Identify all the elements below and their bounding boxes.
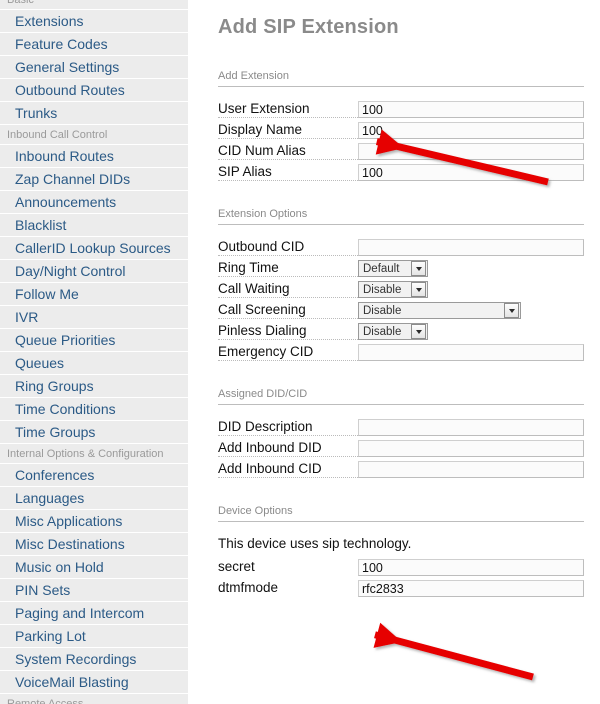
section-heading-device-options: Device Options xyxy=(218,505,584,522)
sidebar-item-ring-groups[interactable]: Ring Groups xyxy=(0,375,188,398)
sidebar-group-remote-access: Remote Access xyxy=(0,694,188,704)
form-rows: Outbound CID Ring Time Default Call Waiting… xyxy=(218,237,584,363)
label-did-description: DID Description xyxy=(218,419,358,436)
form-rows: DID Description Add Inbound DID Add Inboun… xyxy=(218,417,584,480)
sidebar-item-follow-me[interactable]: Follow Me xyxy=(0,283,188,306)
sidebar-item-inbound-routes[interactable]: Inbound Routes xyxy=(0,145,188,168)
form-row-emergency-cid: Emergency CID xyxy=(218,342,584,363)
label-dtmfmode: dtmfmode xyxy=(218,580,279,595)
form-row-add-inbound-did: Add Inbound DID xyxy=(218,438,584,459)
sidebar-item-outbound-routes[interactable]: Outbound Routes xyxy=(0,79,188,102)
sidebar-item-blacklist[interactable]: Blacklist xyxy=(0,214,188,237)
sidebar-group-basic: Basic xyxy=(0,0,188,10)
label-secret: secret xyxy=(218,559,255,574)
form-row-did-description: DID Description xyxy=(218,417,584,438)
form-row-display-name: Display Name xyxy=(218,120,584,141)
form-row-cid-num-alias: CID Num Alias xyxy=(218,141,584,162)
label-display-name: Display Name xyxy=(218,122,358,139)
sidebar-item-languages[interactable]: Languages xyxy=(0,487,188,510)
sidebar-item-conferences[interactable]: Conferences xyxy=(0,464,188,487)
sidebar-item-extensions[interactable]: Extensions xyxy=(0,10,188,33)
sidebar-item-feature-codes[interactable]: Feature Codes xyxy=(0,33,188,56)
sidebar-item-ivr[interactable]: IVR xyxy=(0,306,188,329)
page-title: Add SIP Extension xyxy=(218,16,399,38)
select-value-pinless-dialing: Disable xyxy=(363,325,402,338)
form-sections: Add Extension User Extension Display Name C… xyxy=(218,70,584,599)
chevron-down-icon[interactable] xyxy=(504,303,519,318)
sidebar-item-system-recordings[interactable]: System Recordings xyxy=(0,648,188,671)
select-ring-time[interactable]: Default xyxy=(358,260,428,277)
sidebar-item-paging-and-intercom[interactable]: Paging and Intercom xyxy=(0,602,188,625)
form-row-dtmfmode: dtmfmode xyxy=(218,578,584,599)
section-heading-add-extension: Add Extension xyxy=(218,70,584,87)
form-row-call-waiting: Call Waiting Disable xyxy=(218,279,584,300)
sidebar-group-internal-options-configuration: Internal Options & Configuration xyxy=(0,444,188,464)
sidebar-item-trunks[interactable]: Trunks xyxy=(0,102,188,125)
select-call-screening[interactable]: Disable xyxy=(358,302,521,319)
sidebar-item-callerid-lookup-sources[interactable]: CallerID Lookup Sources xyxy=(0,237,188,260)
form-row-sip-alias: SIP Alias xyxy=(218,162,584,183)
label-add-inbound-cid: Add Inbound CID xyxy=(218,461,358,478)
label-ring-time: Ring Time xyxy=(218,260,358,277)
label-user-extension: User Extension xyxy=(218,101,358,118)
chevron-down-icon[interactable] xyxy=(411,282,426,297)
sidebar-item-misc-destinations[interactable]: Misc Destinations xyxy=(0,533,188,556)
sidebar-item-zap-channel-dids[interactable]: Zap Channel DIDs xyxy=(0,168,188,191)
label-call-screening: Call Screening xyxy=(218,302,358,319)
select-pinless-dialing[interactable]: Disable xyxy=(358,323,428,340)
select-value-call-waiting: Disable xyxy=(363,283,402,296)
label-call-waiting: Call Waiting xyxy=(218,281,358,298)
select-value-ring-time: Default xyxy=(363,262,400,275)
input-dtmfmode[interactable] xyxy=(358,580,584,597)
input-did-description[interactable] xyxy=(358,419,584,436)
sidebar-item-general-settings[interactable]: General Settings xyxy=(0,56,188,79)
input-add-inbound-did[interactable] xyxy=(358,440,584,457)
section-heading-assigned-did-cid: Assigned DID/CID xyxy=(218,388,584,405)
input-emergency-cid[interactable] xyxy=(358,344,584,361)
form-row-ring-time: Ring Time Default xyxy=(218,258,584,279)
sidebar-item-queues[interactable]: Queues xyxy=(0,352,188,375)
label-emergency-cid: Emergency CID xyxy=(218,344,358,361)
sidebar-item-time-conditions[interactable]: Time Conditions xyxy=(0,398,188,421)
input-add-inbound-cid[interactable] xyxy=(358,461,584,478)
sidebar-item-voicemail-blasting[interactable]: VoiceMail Blasting xyxy=(0,671,188,694)
form-row-call-screening: Call Screening Disable xyxy=(218,300,584,321)
device-technology-note: This device uses sip technology. xyxy=(218,536,412,551)
sidebar-item-pin-sets[interactable]: PIN Sets xyxy=(0,579,188,602)
input-sip-alias[interactable] xyxy=(358,164,584,181)
firepbx-admin-page: Basic Extensions Feature Codes General Sett… xyxy=(0,0,600,704)
main-content: Add SIP Extension Add Extension User Exte… xyxy=(188,0,600,704)
label-sip-alias: SIP Alias xyxy=(218,164,358,181)
form-row-pinless-dialing: Pinless Dialing Disable xyxy=(218,321,584,342)
sidebar-item-day-night-control[interactable]: Day/Night Control xyxy=(0,260,188,283)
input-display-name[interactable] xyxy=(358,122,584,139)
form-rows: secret dtmfmode xyxy=(218,557,584,599)
label-outbound-cid: Outbound CID xyxy=(218,239,358,256)
sidebar-group-inbound-call-control: Inbound Call Control xyxy=(0,125,188,145)
form-row-add-inbound-cid: Add Inbound CID xyxy=(218,459,584,480)
form-row-secret: secret xyxy=(218,557,584,578)
select-value-call-screening: Disable xyxy=(363,304,402,317)
input-cid-num-alias[interactable] xyxy=(358,143,584,160)
label-add-inbound-did: Add Inbound DID xyxy=(218,440,358,457)
sidebar-navigation: Basic Extensions Feature Codes General Sett… xyxy=(0,0,188,704)
input-outbound-cid[interactable] xyxy=(358,239,584,256)
sidebar-item-misc-applications[interactable]: Misc Applications xyxy=(0,510,188,533)
sidebar-item-queue-priorities[interactable]: Queue Priorities xyxy=(0,329,188,352)
form-row-user-extension: User Extension xyxy=(218,99,584,120)
input-user-extension[interactable] xyxy=(358,101,584,118)
label-cid-num-alias: CID Num Alias xyxy=(218,143,358,160)
sidebar-item-time-groups[interactable]: Time Groups xyxy=(0,421,188,444)
chevron-down-icon[interactable] xyxy=(411,261,426,276)
input-secret[interactable] xyxy=(358,559,584,576)
sidebar-item-announcements[interactable]: Announcements xyxy=(0,191,188,214)
section-heading-extension-options: Extension Options xyxy=(218,208,584,225)
form-row-outbound-cid: Outbound CID xyxy=(218,237,584,258)
form-rows: User Extension Display Name CID Num Alias S… xyxy=(218,99,584,183)
select-call-waiting[interactable]: Disable xyxy=(358,281,428,298)
sidebar-item-parking-lot[interactable]: Parking Lot xyxy=(0,625,188,648)
label-pinless-dialing: Pinless Dialing xyxy=(218,323,358,340)
sidebar-item-music-on-hold[interactable]: Music on Hold xyxy=(0,556,188,579)
chevron-down-icon[interactable] xyxy=(411,324,426,339)
